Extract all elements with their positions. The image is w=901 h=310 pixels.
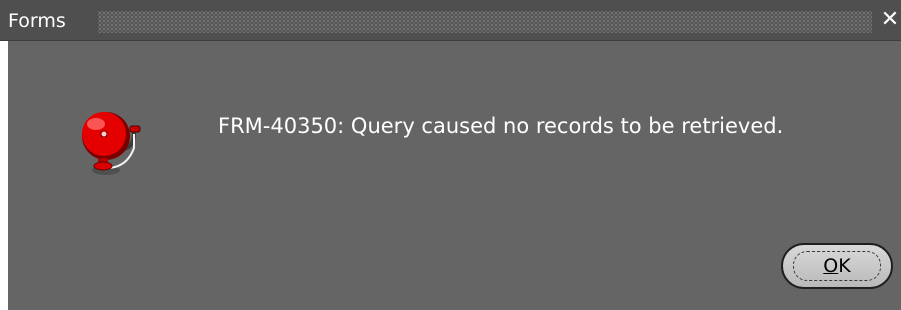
ok-mnemonic: O bbox=[823, 255, 839, 277]
title-bar-texture bbox=[98, 11, 872, 33]
left-border bbox=[0, 41, 8, 310]
window-title: Forms bbox=[8, 10, 66, 32]
ok-button[interactable]: OK bbox=[781, 243, 893, 289]
close-icon: ✕ bbox=[880, 7, 900, 32]
close-button[interactable]: ✕ bbox=[880, 6, 900, 34]
alarm-bell-icon bbox=[82, 112, 141, 175]
title-bar[interactable]: Forms ✕ bbox=[0, 0, 901, 41]
ok-button-label: OK bbox=[783, 245, 891, 287]
ok-label-rest: K bbox=[838, 255, 851, 277]
message-dialog: Forms ✕ FRM-40350: Query caused no recor… bbox=[0, 0, 901, 310]
error-message: FRM-40350: Query caused no records to be… bbox=[218, 114, 784, 138]
